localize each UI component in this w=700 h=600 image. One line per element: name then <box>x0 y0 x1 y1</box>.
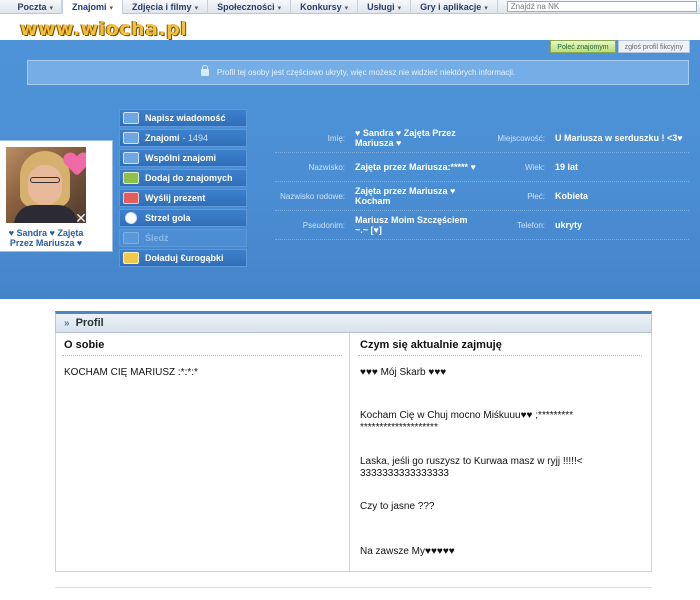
profil-title: Profil <box>75 317 104 329</box>
send-gift-button[interactable]: Wyślij prezent <box>119 189 247 207</box>
action-label: Wyślij prezent <box>145 193 206 203</box>
doing-line: ♥♥♥ Mój Skarb ♥♥♥ <box>360 367 447 378</box>
doing-line: Kocham Cię w Chuj mocno Miśkuuu♥♥ ;*****… <box>360 410 574 433</box>
close-icon[interactable]: ✕ <box>74 211 86 223</box>
age-value: 19 lat <box>555 162 579 172</box>
last-name-label: Nazwisko: <box>308 162 345 172</box>
action-label: Napisz wiadomość <box>145 113 226 123</box>
nav-label: Gry i aplikacje <box>420 1 482 12</box>
age-label: Wiek: <box>525 162 545 172</box>
chevron-down-icon: ▾ <box>277 4 282 12</box>
action-label: Śledź <box>145 233 169 243</box>
last-name-value: Zajęta przez Mariusza:***** ♥ <box>355 162 476 172</box>
doing-line: Czy to jasne ??? <box>360 501 435 512</box>
maiden-name-label: Nazwisko rodowe: <box>280 191 345 201</box>
nav-poczta[interactable]: Poczta ▾ <box>0 0 62 14</box>
action-label: Strzel gola <box>145 213 191 223</box>
heart-icon <box>64 153 86 177</box>
first-name-label: Imię: <box>327 133 345 143</box>
nav-konkursy[interactable]: Konkursy ▾ <box>291 0 359 14</box>
maiden-name-value: Zajęta przez Mariusza ♥ Kocham <box>355 186 456 206</box>
doing-line: Na zawsze My♥♥♥♥♥ <box>360 546 455 557</box>
notice-text: Profil tej osoby jest częściowo ukryty, … <box>216 68 516 77</box>
doing-line: Laska, jeśli go ruszysz to Kurwaa masz w… <box>360 456 583 479</box>
mutual-friends-button[interactable]: Wspólni znajomi <box>119 149 247 167</box>
doing-title: Czym się aktualnie zajmuję <box>360 339 502 351</box>
nav-uslugi[interactable]: Usługi ▾ <box>358 0 412 14</box>
add-friend-button[interactable]: Dodaj do znajomych <box>119 169 247 187</box>
recommend-button[interactable]: Poleć znajomym <box>550 40 616 53</box>
follow-icon <box>123 232 139 244</box>
nav-label: Konkursy <box>300 1 342 12</box>
info-row: Imię: ♥ Sandra ♥ Zajęta Przez Mariusza ♥… <box>275 124 689 153</box>
lock-icon <box>200 65 209 76</box>
search-input[interactable]: Znajdź na NK <box>506 1 697 12</box>
add-user-icon <box>123 172 139 184</box>
gift-icon <box>123 192 139 204</box>
nav-znajomi[interactable]: Znajomi ▾ <box>62 0 124 14</box>
chevron-down-icon: ▾ <box>109 4 114 12</box>
profile-tabs: Poleć znajomym zgłoś profil fikcyjny <box>550 40 690 53</box>
chevron-down-icon: ▾ <box>194 4 199 12</box>
nav-gry[interactable]: Gry i aplikacje ▾ <box>411 0 498 14</box>
nav-spolecznosci[interactable]: Społeczności ▾ <box>208 0 292 14</box>
first-name-value: ♥ Sandra ♥ Zajęta Przez Mariusza ♥ <box>355 128 456 148</box>
nickname-value: Mariusz Moim Szczęściem ~.~ [♥] <box>355 215 468 235</box>
info-row: Nazwisko rodowe: Zajęta przez Mariusza ♥… <box>275 182 689 211</box>
city-value: U Mariusza w serduszku ! <3♥ <box>555 133 683 143</box>
envelope-icon <box>123 112 139 124</box>
avatar-name[interactable]: ♥ Sandra ♥ Zajęta Przez Mariusza ♥ <box>2 228 90 248</box>
divider <box>62 355 342 356</box>
mutual-friends-icon <box>123 152 139 164</box>
city-label: Miejscowość: <box>497 133 545 143</box>
profile-info-table: Imię: ♥ Sandra ♥ Zajęta Przez Mariusza ♥… <box>275 124 689 240</box>
football-icon <box>125 212 137 224</box>
nav-label: Zdjęcia i filmy <box>132 1 192 12</box>
chevron-down-icon: ▾ <box>344 4 349 12</box>
info-row: Nazwisko: Zajęta przez Mariusza:***** ♥ … <box>275 153 689 182</box>
friends-count: - 1494 <box>182 133 209 143</box>
topup-eurogabki-button[interactable]: Doładuj €urogąbki <box>119 249 247 267</box>
avatar-card: ✕ ♥ Sandra ♥ Zajęta Przez Mariusza ♥ <box>0 140 113 252</box>
action-label: Dodaj do znajomych <box>145 173 233 183</box>
write-message-button[interactable]: Napisz wiadomość <box>119 109 247 127</box>
friends-icon <box>123 132 139 144</box>
column-divider <box>349 333 350 571</box>
watermark-logo: www.wiocha.pl <box>20 18 188 40</box>
action-label: Doładuj €urogąbki <box>145 253 224 263</box>
double-chevron-right-icon: » <box>64 317 70 329</box>
nav-label: Usługi <box>367 1 395 12</box>
friends-button[interactable]: Znajomi - 1494 <box>119 129 247 147</box>
profil-section-header: » Profil <box>55 311 652 333</box>
about-title: O sobie <box>64 339 105 351</box>
action-label: Wspólni znajomi <box>145 153 216 163</box>
shoot-goal-button[interactable]: Strzel gola <box>119 209 247 227</box>
follow-button[interactable]: Śledź <box>119 229 247 247</box>
gender-value: Kobieta <box>555 191 589 201</box>
chevron-down-icon: ▾ <box>49 4 53 12</box>
top-nav: Poczta ▾ Znajomi ▾ Zdjęcia i filmy ▾ Społec… <box>0 0 700 14</box>
coin-icon <box>123 252 139 264</box>
profil-section-body: O sobie KOCHAM CIĘ MARIUSZ :*:*:* Czym s… <box>55 333 652 572</box>
info-row: Pseudonim: Mariusz Moim Szczęściem ~.~ [… <box>275 211 689 240</box>
nav-zdjecia[interactable]: Zdjęcia i filmy ▾ <box>123 0 209 14</box>
hidden-profile-notice: Profil tej osoby jest częściowo ukryty, … <box>27 60 689 85</box>
divider <box>358 355 642 356</box>
nav-label: Poczta <box>17 1 47 12</box>
nav-label: Społeczności <box>217 1 275 12</box>
about-text: KOCHAM CIĘ MARIUSZ :*:*:* <box>64 367 198 378</box>
chevron-down-icon: ▾ <box>484 4 488 12</box>
profile-actions: Napisz wiadomość Znajomi - 1494 Wspólni z… <box>119 109 247 269</box>
phone-label: Telefon: <box>516 220 545 230</box>
nav-label: Znajomi <box>72 1 107 12</box>
nickname-label: Pseudonim: <box>302 220 345 230</box>
chevron-down-icon: ▾ <box>397 4 402 12</box>
report-fake-profile-link[interactable]: zgłoś profil fikcyjny <box>617 40 690 53</box>
phone-value: ukryty <box>555 220 583 230</box>
gender-label: Płeć: <box>527 191 545 201</box>
action-label: Znajomi <box>145 133 180 143</box>
footer-divider <box>55 587 652 588</box>
avatar[interactable]: ✕ <box>6 147 86 223</box>
